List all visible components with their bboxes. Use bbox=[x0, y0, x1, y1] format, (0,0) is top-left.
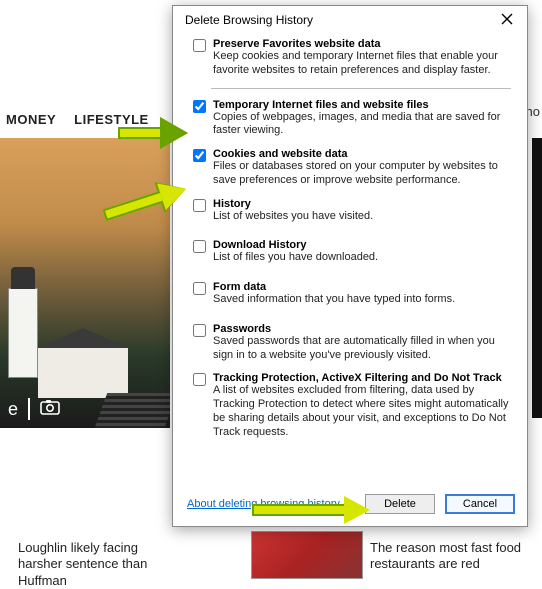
about-deleting-link[interactable]: About deleting browsing history bbox=[187, 498, 340, 510]
option-label: Temporary Internet files and website fil… bbox=[213, 99, 511, 111]
dialog-titlebar: Delete Browsing History bbox=[173, 6, 527, 32]
option-desc: Files or databases stored on your comput… bbox=[213, 160, 511, 188]
option-label: Passwords bbox=[213, 323, 511, 335]
option-label: Cookies and website data bbox=[213, 148, 511, 160]
option-desc: List of files you have downloaded. bbox=[213, 251, 511, 265]
option-history: History List of websites you have visite… bbox=[213, 198, 511, 224]
dialog-title: Delete Browsing History bbox=[185, 13, 313, 27]
option-cookies: Cookies and website data Files or databa… bbox=[213, 148, 511, 188]
cancel-button[interactable]: Cancel bbox=[445, 494, 515, 514]
nav-item-lifestyle[interactable]: LIFESTYLE bbox=[74, 112, 149, 127]
story-thumbnail[interactable] bbox=[252, 532, 362, 578]
option-desc: Saved passwords that are automatically f… bbox=[213, 335, 511, 363]
option-form-data: Form data Saved information that you hav… bbox=[213, 281, 511, 307]
option-desc: Copies of webpages, images, and media th… bbox=[213, 111, 511, 139]
close-icon[interactable] bbox=[497, 12, 517, 28]
option-temp-files: Temporary Internet files and website fil… bbox=[213, 99, 511, 139]
hero-divider bbox=[28, 398, 30, 420]
checkbox-download-history[interactable] bbox=[193, 240, 206, 253]
background-right-strip bbox=[532, 138, 542, 418]
dialog-body: Preserve Favorites website data Keep coo… bbox=[173, 32, 527, 486]
option-desc: Saved information that you have typed in… bbox=[213, 293, 511, 307]
option-desc: A list of websites excluded from filteri… bbox=[213, 384, 511, 439]
story-headline-right[interactable]: The reason most fast food restaurants ar… bbox=[370, 540, 530, 573]
option-download-history: Download History List of files you have … bbox=[213, 239, 511, 265]
background-nav: MONEY LIFESTYLE bbox=[6, 112, 149, 127]
checkbox-form-data[interactable] bbox=[193, 282, 206, 295]
checkbox-tracking-protection[interactable] bbox=[193, 373, 206, 386]
checkbox-history[interactable] bbox=[193, 199, 206, 212]
option-label: Download History bbox=[213, 239, 511, 251]
option-tracking-protection: Tracking Protection, ActiveX Filtering a… bbox=[213, 372, 511, 439]
checkbox-cookies[interactable] bbox=[193, 149, 206, 162]
delete-browsing-history-dialog: Delete Browsing History Preserve Favorit… bbox=[172, 5, 528, 527]
hero-text-fragment: e bbox=[8, 399, 18, 420]
checkbox-preserve-favorites[interactable] bbox=[193, 39, 206, 52]
nav-item-money[interactable]: MONEY bbox=[6, 112, 56, 127]
option-label: Form data bbox=[213, 281, 511, 293]
checkbox-temp-files[interactable] bbox=[193, 100, 206, 113]
hero-image: e bbox=[0, 138, 170, 428]
option-desc: List of websites you have visited. bbox=[213, 210, 511, 224]
checkbox-passwords[interactable] bbox=[193, 324, 206, 337]
option-passwords: Passwords Saved passwords that are autom… bbox=[213, 323, 511, 363]
option-label: Tracking Protection, ActiveX Filtering a… bbox=[213, 372, 505, 384]
delete-button[interactable]: Delete bbox=[365, 494, 435, 514]
camera-icon[interactable] bbox=[40, 399, 60, 420]
divider bbox=[211, 88, 511, 89]
option-label: Preserve Favorites website data bbox=[213, 38, 511, 50]
option-preserve-favorites: Preserve Favorites website data Keep coo… bbox=[213, 38, 511, 78]
option-desc: Keep cookies and temporary Internet file… bbox=[213, 50, 511, 78]
option-label: History bbox=[213, 198, 511, 210]
dialog-footer: About deleting browsing history Delete C… bbox=[173, 486, 527, 526]
story-headline-left[interactable]: Loughlin likely facing harsher sentence … bbox=[18, 540, 174, 589]
